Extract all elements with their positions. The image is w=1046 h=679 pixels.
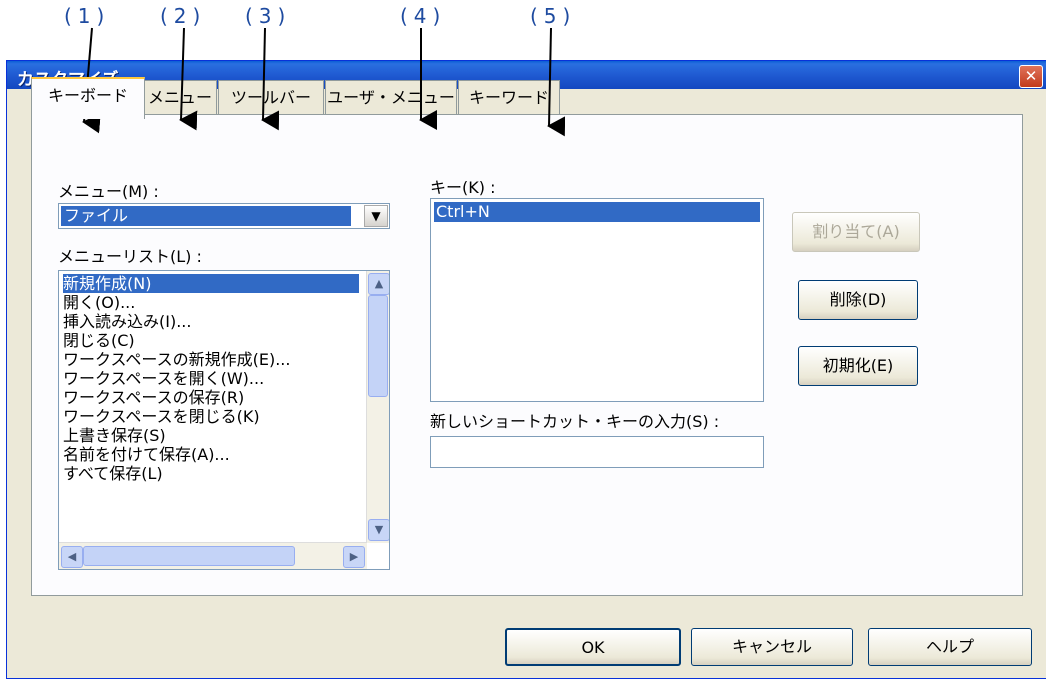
- arrow-5: [547, 27, 566, 137]
- tab-keyboard[interactable]: キーボード: [31, 77, 145, 119]
- annotation-arrows: [82, 27, 566, 137]
- arrow-2: [179, 27, 198, 131]
- arrow-3: [261, 27, 280, 131]
